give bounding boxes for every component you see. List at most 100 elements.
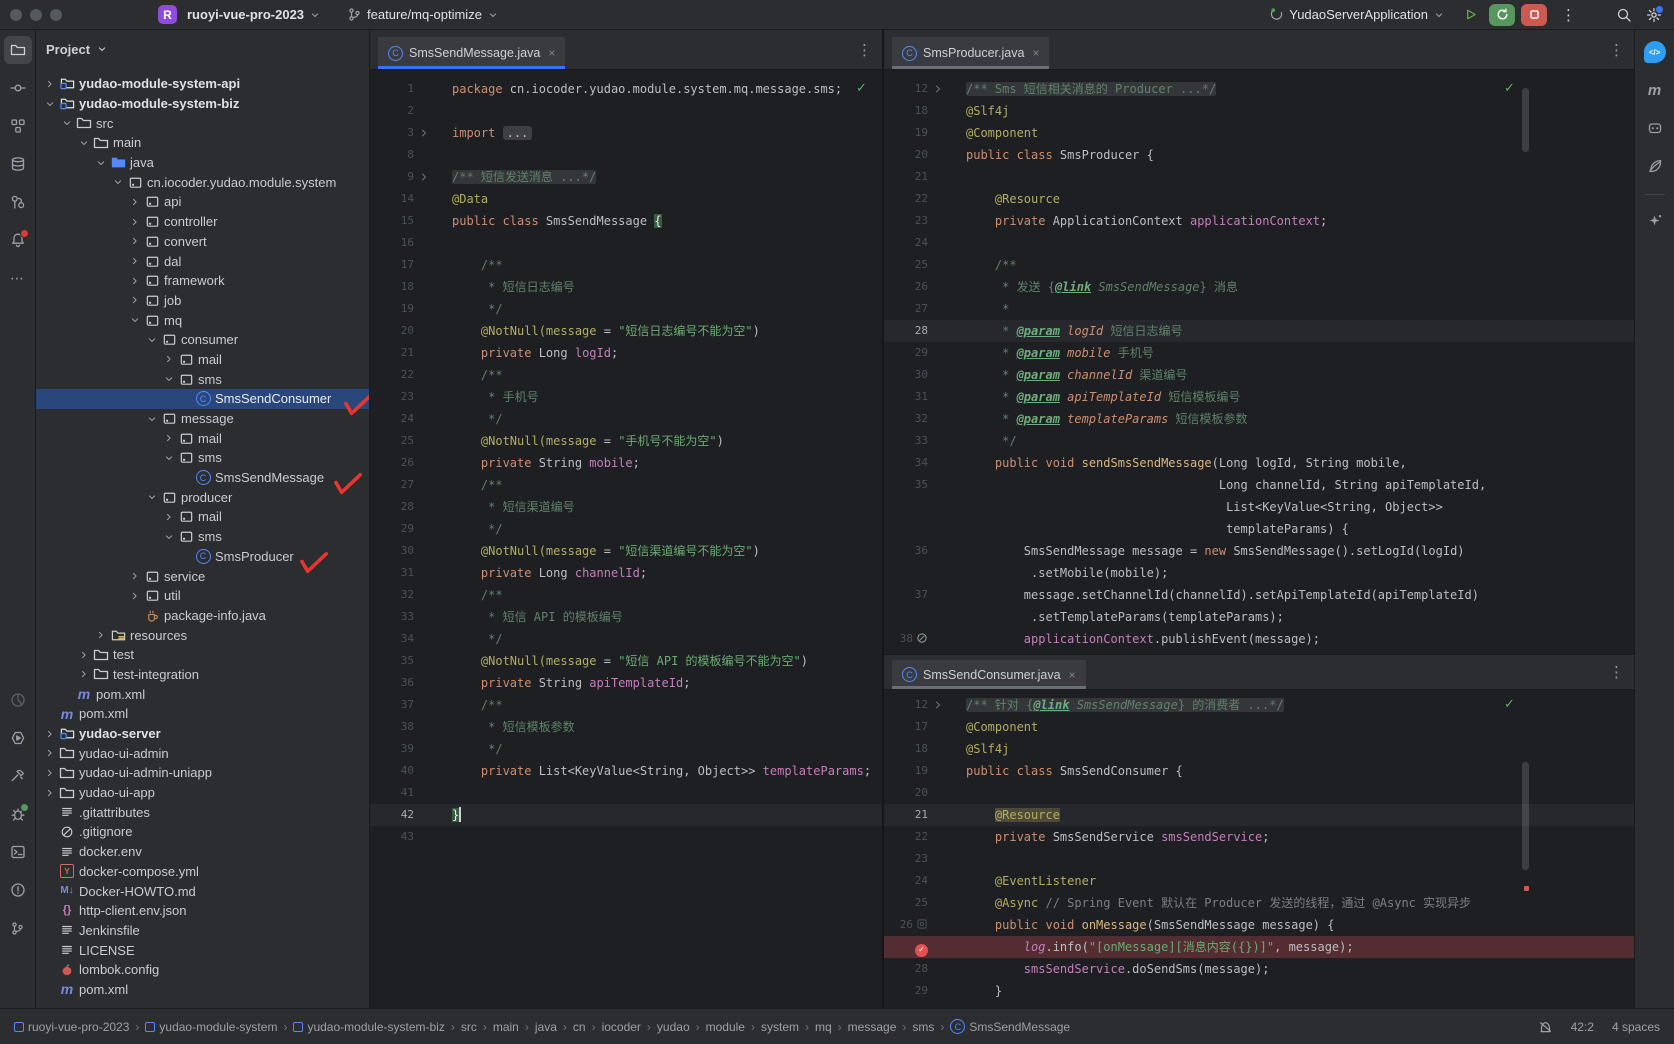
- tree-item-yudao-module-system-biz[interactable]: yudao-module-system-biz: [36, 94, 369, 114]
- code-line[interactable]: 22 /**: [370, 364, 882, 386]
- line-number-gutter[interactable]: 21: [370, 342, 416, 364]
- tree-item-mail[interactable]: mail: [36, 350, 369, 370]
- line-number-gutter[interactable]: 35: [370, 650, 416, 672]
- listener-icon[interactable]: [916, 918, 928, 930]
- chevron-down-icon[interactable]: [144, 413, 160, 425]
- chevron-down-icon[interactable]: [110, 176, 126, 188]
- code-line[interactable]: 21 private Long logId;: [370, 342, 882, 364]
- code-line[interactable]: 34 public void sendSmsSendMessage(Long l…: [884, 452, 1634, 474]
- code-line[interactable]: 25 /**: [884, 254, 1634, 276]
- line-number-gutter[interactable]: 30: [370, 540, 416, 562]
- code-line[interactable]: 27 *: [884, 298, 1634, 320]
- code-line[interactable]: 17@Component: [884, 716, 1634, 738]
- code-line[interactable]: 29 */: [370, 518, 882, 540]
- tree-item-yudao-ui-admin-uniapp[interactable]: yudao-ui-admin-uniapp: [36, 763, 369, 783]
- tree-item-SmsProducer[interactable]: SmsProducer: [36, 547, 369, 567]
- tab-options-button[interactable]: ⋮: [857, 41, 872, 59]
- line-number-gutter[interactable]: 41: [370, 782, 416, 804]
- line-number-gutter[interactable]: 18: [884, 738, 930, 760]
- breadcrumb-item[interactable]: system: [761, 1020, 799, 1034]
- code-line[interactable]: 42}: [370, 804, 882, 826]
- code-line[interactable]: 37 message.setChannelId(channelId).setAp…: [884, 584, 1634, 606]
- code-line[interactable]: 19 */: [370, 298, 882, 320]
- code-line[interactable]: 2: [370, 100, 882, 122]
- code-line[interactable]: 23 * 手机号: [370, 386, 882, 408]
- build-tool-button[interactable]: [4, 762, 32, 790]
- spring-tool-button[interactable]: [1641, 152, 1669, 180]
- chevron-right-icon[interactable]: [42, 767, 58, 779]
- code-line[interactable]: 36 SmsSendMessage message = new SmsSendM…: [884, 540, 1634, 562]
- line-number-gutter[interactable]: 24: [370, 408, 416, 430]
- code-line[interactable]: 21: [884, 166, 1634, 188]
- breadcrumb-item[interactable]: yudao: [657, 1020, 690, 1034]
- tree-item-SmsSendConsumer[interactable]: SmsSendConsumer: [36, 389, 369, 409]
- line-number-gutter[interactable]: 17: [370, 254, 416, 276]
- code-line[interactable]: 32 /**: [370, 584, 882, 606]
- tree-item-util[interactable]: util: [36, 586, 369, 606]
- line-number-gutter[interactable]: 21: [884, 166, 930, 188]
- tab-options-button[interactable]: ⋮: [1609, 41, 1624, 59]
- chevron-down-icon[interactable]: [59, 117, 75, 129]
- chevron-down-icon[interactable]: [93, 157, 109, 169]
- chevron-down-icon[interactable]: [161, 373, 177, 385]
- tree-item-service[interactable]: service: [36, 566, 369, 586]
- line-number-gutter[interactable]: 32: [884, 408, 930, 430]
- line-number-gutter[interactable]: [884, 496, 930, 518]
- line-number-gutter[interactable]: 9: [370, 166, 416, 188]
- code-line[interactable]: 8: [370, 144, 882, 166]
- breadcrumb-item[interactable]: mq: [815, 1020, 832, 1034]
- code-line[interactable]: 38 applicationContext.publishEvent(messa…: [884, 628, 1634, 650]
- chevron-right-icon[interactable]: [127, 216, 143, 228]
- code-line[interactable]: 33 */: [884, 430, 1634, 452]
- chevron-right-icon[interactable]: [161, 432, 177, 444]
- code-line[interactable]: 26 private String mobile;: [370, 452, 882, 474]
- line-number-gutter[interactable]: 36: [884, 540, 930, 562]
- chevron-down-icon[interactable]: [42, 98, 58, 110]
- line-number-gutter[interactable]: 1: [370, 78, 416, 100]
- line-number-gutter[interactable]: 28: [884, 320, 930, 342]
- run-button[interactable]: [1457, 4, 1483, 26]
- tree-item-sms[interactable]: sms: [36, 527, 369, 547]
- line-number-gutter[interactable]: 31: [370, 562, 416, 584]
- line-number-gutter[interactable]: 42: [370, 804, 416, 826]
- line-number-gutter[interactable]: 27: [884, 298, 930, 320]
- line-number-gutter[interactable]: [884, 518, 930, 540]
- tree-item-resources[interactable]: resources: [36, 625, 369, 645]
- line-number-gutter[interactable]: 12: [884, 78, 930, 100]
- chevron-right-icon[interactable]: [127, 294, 143, 306]
- code-line[interactable]: List<KeyValue<String, Object>>: [884, 496, 1634, 518]
- line-number-gutter[interactable]: 30: [884, 364, 930, 386]
- commit-tool-button[interactable]: [4, 74, 32, 102]
- breadcrumb-item[interactable]: SmsSendMessage: [950, 1019, 1070, 1034]
- line-number-gutter[interactable]: 29: [884, 980, 930, 1002]
- maven-tool-button[interactable]: m: [1641, 76, 1669, 104]
- more-run-actions-button[interactable]: ⋮: [1555, 6, 1582, 24]
- code-line[interactable]: 36 private String apiTemplateId;: [370, 672, 882, 694]
- code-line[interactable]: templateParams) {: [884, 518, 1634, 540]
- code-line[interactable]: 27 /**: [370, 474, 882, 496]
- tree-item-test-integration[interactable]: test-integration: [36, 665, 369, 685]
- line-number-gutter[interactable]: 31: [884, 386, 930, 408]
- chevron-right-icon[interactable]: [161, 353, 177, 365]
- line-number-gutter[interactable]: 26: [370, 452, 416, 474]
- tree-item-Jenkinsfile[interactable]: Jenkinsfile: [36, 921, 369, 941]
- tree-item-api[interactable]: api: [36, 192, 369, 212]
- chevron-down-icon[interactable]: [76, 137, 92, 149]
- services-tool-button[interactable]: [4, 724, 32, 752]
- project-switcher[interactable]: ruoyi-vue-pro-2023: [181, 4, 327, 25]
- tree-item-docker.env[interactable]: docker.env: [36, 842, 369, 862]
- code-line[interactable]: 35 @NotNull(message = "短信 API 的模板编号不能为空"…: [370, 650, 882, 672]
- breadcrumb-item[interactable]: module: [706, 1020, 745, 1034]
- code-line[interactable]: 39 */: [370, 738, 882, 760]
- tree-item-consumer[interactable]: consumer: [36, 330, 369, 350]
- tree-item-mail[interactable]: mail: [36, 507, 369, 527]
- line-number-gutter[interactable]: 34: [370, 628, 416, 650]
- tree-item-pom.xml[interactable]: mpom.xml: [36, 980, 369, 1000]
- code-line[interactable]: 37 /**: [370, 694, 882, 716]
- line-number-gutter[interactable]: 19: [370, 298, 416, 320]
- code-line[interactable]: 38 * 短信模板参数: [370, 716, 882, 738]
- chevron-down-icon[interactable]: [144, 334, 160, 346]
- inspections-ok-icon[interactable]: ✓: [856, 80, 867, 96]
- chevron-right-icon[interactable]: [127, 590, 143, 602]
- code-line[interactable]: 18@Slf4j: [884, 738, 1634, 760]
